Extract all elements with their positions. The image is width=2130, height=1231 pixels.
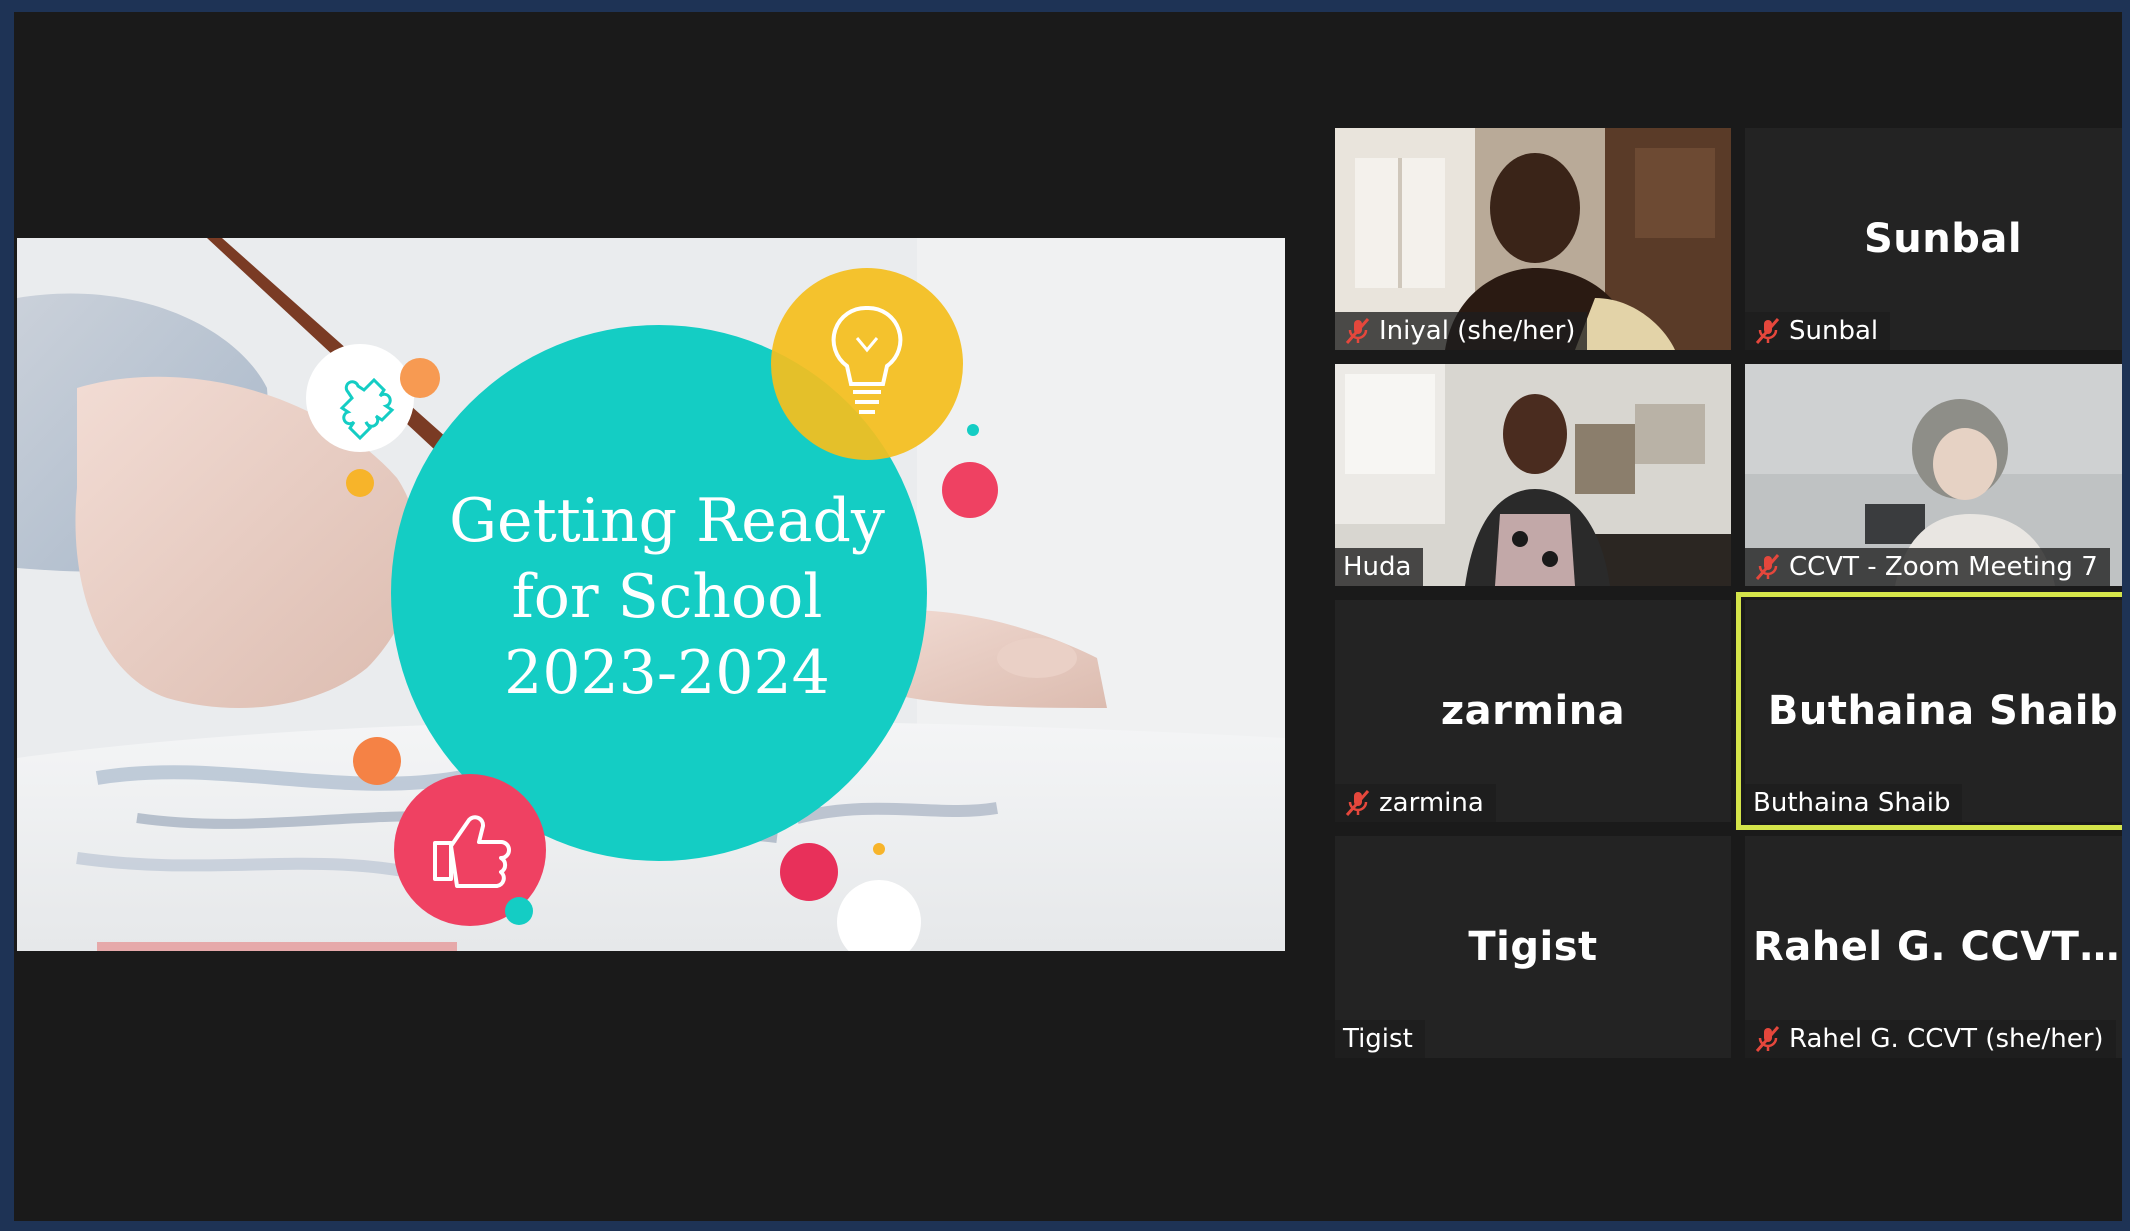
- participant-name: Rahel G. CCVT (she/her): [1789, 1024, 2104, 1054]
- participant-name: zarmina: [1379, 788, 1484, 818]
- participant-name: Buthaina Shaib: [1753, 788, 1951, 818]
- participant-name: Iniyal (she/her): [1379, 316, 1576, 346]
- muted-microphone-icon: [1755, 318, 1780, 344]
- display-name-text: Rahel G. CCVT (...: [1753, 924, 2122, 970]
- participant-name: Sunbal: [1789, 316, 1879, 346]
- shared-screen-slide: Getting Ready for School 2023-2024: [17, 238, 1285, 951]
- participant-name: CCVT - Zoom Meeting 7: [1789, 552, 2098, 582]
- participant-tile-iniyal[interactable]: Iniyal (she/her): [1335, 128, 1731, 350]
- participant-name-label: Iniyal (she/her): [1335, 312, 1588, 350]
- display-name-text: Sunbal: [1863, 216, 2023, 262]
- participant-name: Huda: [1343, 552, 1412, 582]
- participant-name: Tigist: [1343, 1024, 1413, 1054]
- muted-microphone-icon: [1345, 790, 1370, 816]
- muted-microphone-icon: [1345, 318, 1370, 344]
- participant-tile-rahel[interactable]: Rahel G. CCVT (... Rahel G. CCVT (she/he…: [1745, 836, 2122, 1058]
- participant-name-label: Rahel G. CCVT (she/her): [1745, 1020, 2116, 1058]
- slide-title-line: for School: [511, 562, 823, 632]
- muted-microphone-icon: [1755, 554, 1780, 580]
- participant-tile-sunbal[interactable]: Sunbal Sunbal: [1745, 128, 2122, 350]
- participant-name-label: Sunbal: [1745, 312, 1891, 350]
- participant-name-label: zarmina: [1335, 784, 1496, 822]
- participant-tile-tigist[interactable]: Tigist Tigist: [1335, 836, 1731, 1058]
- slide-title-line: Getting Ready: [449, 486, 885, 556]
- slide-title: Getting Ready for School 2023-2024: [397, 483, 937, 743]
- muted-microphone-icon: [1755, 1026, 1780, 1052]
- participant-tile-huda[interactable]: Huda: [1335, 364, 1731, 586]
- participant-tile-zarmina[interactable]: zarmina zarmina: [1335, 600, 1731, 822]
- meeting-stage: Getting Ready for School 2023-2024 Iniya…: [14, 12, 2122, 1221]
- participant-tile-ccvt[interactable]: CCVT - Zoom Meeting 7: [1745, 364, 2122, 586]
- slide-title-line: 2023-2024: [504, 638, 830, 708]
- display-name-text: Buthaina Shaib: [1767, 688, 2119, 734]
- participant-name-label: CCVT - Zoom Meeting 7: [1745, 548, 2110, 586]
- participant-name-label: Huda: [1335, 548, 1424, 586]
- participant-name-label: Tigist: [1335, 1020, 1425, 1058]
- display-name-text: zarmina: [1440, 688, 1626, 734]
- display-name-text: Tigist: [1468, 924, 1598, 970]
- participant-name-label: Buthaina Shaib: [1745, 784, 1963, 822]
- participant-tile-buthaina[interactable]: Buthaina Shaib Buthaina Shaib: [1745, 600, 2122, 822]
